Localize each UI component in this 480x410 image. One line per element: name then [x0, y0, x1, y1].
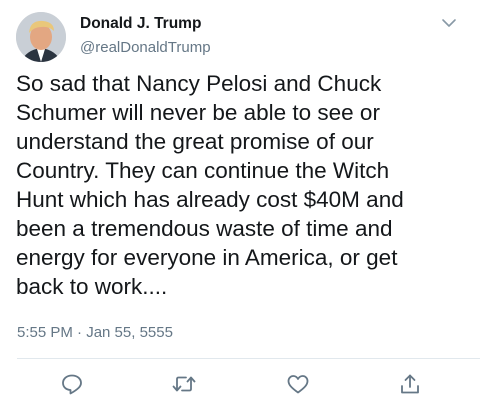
tweet-text: So sad that Nancy Pelosi and Chuck Schum…: [16, 69, 466, 301]
tweet-text-line: back to work....: [16, 274, 168, 299]
avatar[interactable]: [16, 12, 66, 62]
tweet-text-line: So sad that Nancy Pelosi and Chuck: [16, 71, 382, 96]
retweet-icon[interactable]: [172, 373, 196, 395]
reply-icon[interactable]: [60, 373, 84, 395]
tweet-card: Donald J. Trump @realDonaldTrump So sad …: [0, 0, 480, 410]
like-icon[interactable]: [286, 373, 310, 395]
tweet-text-line: been a tremendous waste of time and: [16, 216, 393, 241]
tweet-text-line: Country. They can continue the Witch: [16, 158, 390, 183]
author-handle[interactable]: @realDonaldTrump: [80, 39, 211, 56]
author-name[interactable]: Donald J. Trump: [80, 15, 201, 33]
divider: [17, 358, 480, 359]
chevron-down-icon[interactable]: [441, 16, 457, 28]
tweet-text-line: energy for everyone in America, or get: [16, 245, 398, 270]
share-icon[interactable]: [398, 373, 422, 395]
tweet-text-line: Hunt which has already cost $40M and: [16, 187, 404, 212]
tweet-text-line: understand the great promise of our: [16, 129, 374, 154]
tweet-text-line: Schumer will never be able to see or: [16, 100, 380, 125]
tweet-timestamp[interactable]: 5:55 PM · Jan 55, 5555: [17, 324, 173, 341]
avatar-image: [16, 12, 66, 62]
